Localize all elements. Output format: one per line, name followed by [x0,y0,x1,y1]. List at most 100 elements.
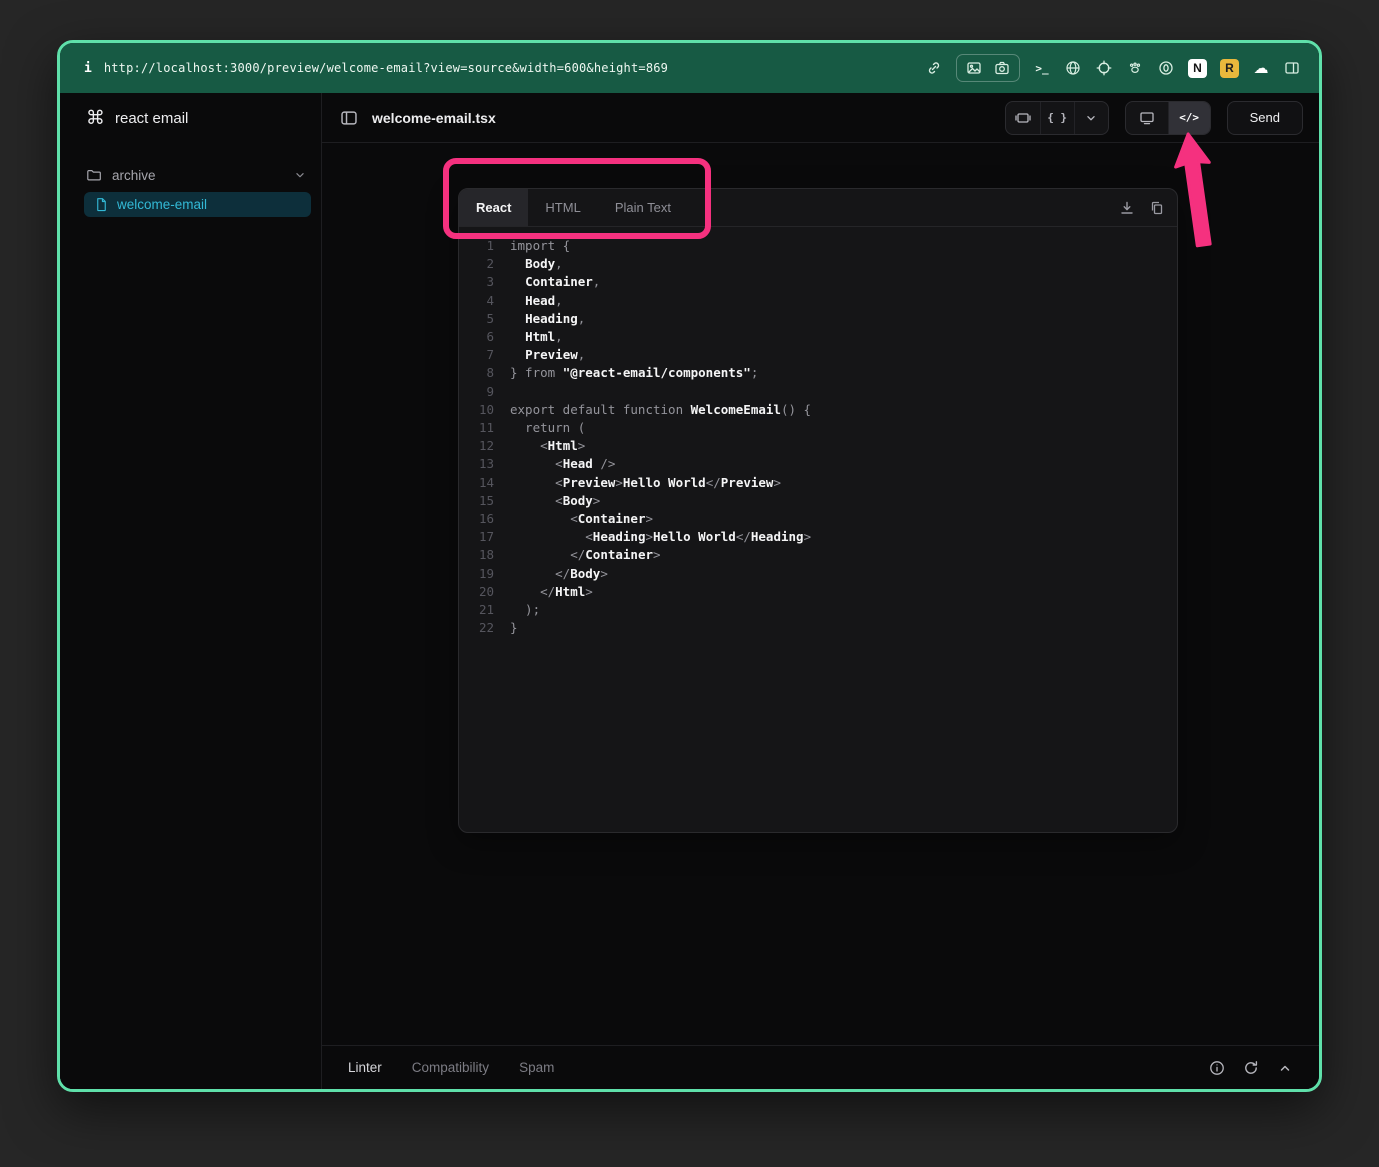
view-mode-group: </> [1125,101,1211,135]
code-line: 21 ); [476,601,1177,619]
code-line: 16 <Container> [476,510,1177,528]
line-number: 1 [476,237,494,255]
viewport-dropdown-button[interactable] [1074,102,1108,134]
tab-react[interactable]: React [459,189,528,226]
sidebar-item-welcome-email[interactable]: welcome-email [84,192,311,217]
main-area: welcome-email.tsx { } [322,93,1319,1089]
sidebar-item-label: welcome-email [117,197,207,212]
code-line: 14 <Preview>Hello World</Preview> [476,474,1177,492]
split-view-icon[interactable] [1283,59,1301,77]
browser-window: i http://localhost:3000/preview/welcome-… [57,40,1322,1092]
sidebar: ⌘ react email archive [60,93,322,1089]
folder-icon [86,167,102,183]
source-mode-button[interactable]: </> [1168,102,1210,134]
document-title: welcome-email.tsx [372,110,496,126]
code-line: 13 <Head /> [476,455,1177,473]
download-icon[interactable] [1119,200,1135,216]
code-line: 2 Body, [476,255,1177,273]
braces-icon: { } [1047,111,1067,124]
send-button[interactable]: Send [1227,101,1303,135]
globe-icon[interactable] [1064,59,1082,77]
line-number: 5 [476,310,494,328]
panel-actions [1119,189,1165,226]
code-line: 4 Head, [476,292,1177,310]
link-icon[interactable] [925,59,943,77]
copy-icon[interactable] [1149,200,1165,216]
code-line: 9 [476,383,1177,401]
line-number: 17 [476,528,494,546]
line-number: 4 [476,292,494,310]
url-text[interactable]: http://localhost:3000/preview/welcome-em… [104,61,668,75]
code-icon: </> [1179,111,1199,124]
viewport-controls-group: { } [1005,101,1109,135]
tab-linter[interactable]: Linter [348,1060,382,1075]
app-logo-row: ⌘ react email [60,93,321,143]
line-number: 16 [476,510,494,528]
preview-mode-button[interactable] [1126,102,1168,134]
collapse-panel-icon[interactable] [1277,1060,1293,1076]
code-line: 22} [476,619,1177,637]
code-line: 18 </Container> [476,546,1177,564]
sidebar-toggle-button[interactable] [340,109,358,127]
code-line: 11 return ( [476,419,1177,437]
braces-button[interactable]: { } [1040,102,1074,134]
code-line: 3 Container, [476,273,1177,291]
line-number: 18 [476,546,494,564]
code-line: 5 Heading, [476,310,1177,328]
line-number: 8 [476,364,494,382]
circle-zero-icon[interactable] [1157,59,1175,77]
line-number: 2 [476,255,494,273]
refresh-icon[interactable] [1243,1060,1259,1076]
line-number: 19 [476,565,494,583]
paw-icon[interactable] [1126,59,1144,77]
sidebar-folder-archive[interactable]: archive [60,161,321,189]
code-line: 1import { [476,237,1177,255]
code-area[interactable]: 1import {2 Body,3 Container,4 Head,5 Hea… [459,227,1177,832]
tab-spam[interactable]: Spam [519,1060,554,1075]
code-line: 20 </Html> [476,583,1177,601]
file-icon [94,197,109,212]
crosshair-icon[interactable] [1095,59,1113,77]
sidebar-folder-label: archive [112,168,156,183]
react-email-logo-icon: ⌘ [86,109,105,128]
code-line: 17 <Heading>Hello World</Heading> [476,528,1177,546]
tab-html[interactable]: HTML [528,189,597,226]
line-number: 6 [476,328,494,346]
line-number: 13 [476,455,494,473]
line-number: 22 [476,619,494,637]
browser-extension-bar: >_ N R [925,54,1301,82]
line-number: 12 [476,437,494,455]
code-line: 6 Html, [476,328,1177,346]
header-actions: { } [1005,101,1303,135]
cloud-icon[interactable]: ☁ [1252,59,1270,77]
bottom-bar: Linter Compatibility Spam [322,1045,1319,1089]
line-number: 7 [476,346,494,364]
panel-tab-bar: React HTML Plain Text [459,189,1177,227]
source-code-panel: React HTML Plain Text [458,188,1178,833]
r-extension-icon[interactable]: R [1220,59,1239,78]
camera-icon[interactable] [993,59,1011,77]
sidebar-nav: archive welcome-email [60,161,321,217]
bottom-bar-actions [1209,1060,1293,1076]
content-area: React HTML Plain Text [322,143,1319,1045]
viewport-size-button[interactable] [1006,102,1040,134]
browser-topbar: i http://localhost:3000/preview/welcome-… [60,43,1319,93]
main-header: welcome-email.tsx { } [322,93,1319,143]
terminal-icon[interactable]: >_ [1033,59,1051,77]
line-number: 21 [476,601,494,619]
tab-compatibility[interactable]: Compatibility [412,1060,489,1075]
info-circle-icon[interactable] [1209,1060,1225,1076]
chevron-down-icon [293,168,307,182]
line-number: 3 [476,273,494,291]
code-line: 10export default function WelcomeEmail()… [476,401,1177,419]
code-line: 15 <Body> [476,492,1177,510]
line-number: 20 [476,583,494,601]
line-number: 14 [476,474,494,492]
app-title: react email [115,110,188,127]
screenshot-icon[interactable] [965,59,983,77]
tab-plain-text[interactable]: Plain Text [598,189,688,226]
code-line: 12 <Html> [476,437,1177,455]
notion-icon[interactable]: N [1188,59,1207,78]
info-icon: i [84,61,92,76]
code-line: 19 </Body> [476,565,1177,583]
